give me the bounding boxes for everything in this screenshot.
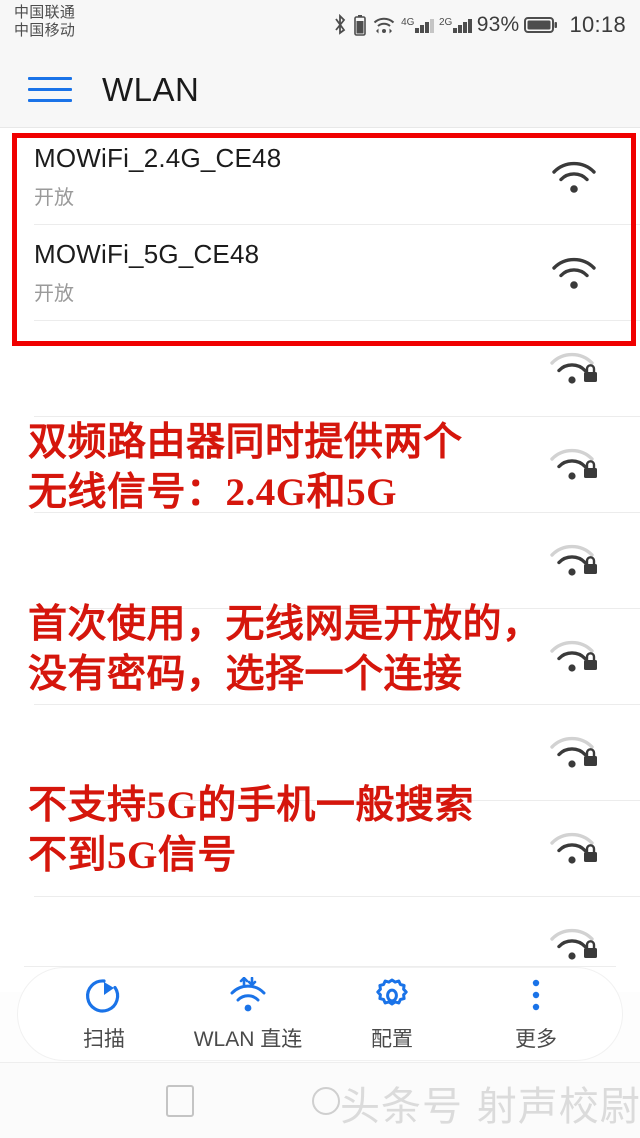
wifi-locked-icon <box>546 345 604 391</box>
signal-4g-label: 4G <box>401 17 415 28</box>
wifi-icon <box>372 15 396 35</box>
toolbar-divider <box>24 966 616 967</box>
annotation-paragraph-3: 不支持5G的手机一般搜索 不到5G信号 <box>28 784 474 878</box>
bottom-toolbar: 扫描 WLAN 直连 配置 更多 <box>18 968 622 1060</box>
bluetooth-icon <box>332 14 348 36</box>
watermark-text: 头条号 射声校尉 <box>340 1074 640 1132</box>
more-button[interactable]: 更多 <box>467 976 605 1053</box>
annotation-paragraph-1: 双频路由器同时提供两个 无线信号：2.4G和5G <box>28 420 463 514</box>
status-bar: 中国联通 中国移动 4G 2G 93% 10:18 <box>0 0 640 52</box>
scan-label: 扫描 <box>83 1027 125 1051</box>
wifi-ssid: MOWiFi_5G_CE48 <box>34 238 260 269</box>
wifi-locked-icon <box>546 729 604 775</box>
wifi-direct-icon <box>227 976 269 1016</box>
wifi-row-1[interactable]: MOWiFi_2.4G_CE48 开放 <box>0 128 640 224</box>
watermark-label: 头条号 射声校尉 <box>340 1084 640 1130</box>
phone-screen: 中国联通 中国移动 4G 2G 93% 10:18 WLAN MOWiFi_2.… <box>0 0 640 1138</box>
wifi-security: 开放 <box>34 282 74 305</box>
app-bar: WLAN <box>0 52 640 128</box>
signal-4g-icon: 4G <box>401 17 434 33</box>
square-recents-icon[interactable] <box>166 1085 194 1117</box>
battery-charging-icon <box>353 14 367 36</box>
refresh-scan-icon <box>85 976 123 1016</box>
scan-button[interactable]: 扫描 <box>35 976 173 1053</box>
wifi-locked-icon <box>546 633 604 679</box>
wifi-security: 开放 <box>34 186 74 209</box>
gear-settings-icon <box>373 976 411 1016</box>
page-title: WLAN <box>102 70 200 108</box>
signal-2g-label: 2G <box>438 17 453 28</box>
config-label: 配置 <box>371 1027 413 1051</box>
wifi-open-icon <box>546 153 604 199</box>
wifi-locked-icon <box>546 441 604 487</box>
battery-percent: 93% <box>476 13 520 36</box>
more-vertical-icon <box>529 976 543 1016</box>
config-button[interactable]: 配置 <box>323 976 461 1053</box>
annotation-paragraph-2: 首次使用，无线网是开放的， 没有密码，选择一个连接 <box>28 602 542 696</box>
battery-level-icon <box>524 15 558 35</box>
wifi-locked-icon <box>546 537 604 583</box>
carrier-names: 中国联通 中国移动 <box>14 4 75 39</box>
hamburger-menu-icon[interactable] <box>28 72 72 108</box>
wifi-info: MOWiFi_2.4G_CE48 开放 <box>34 143 281 210</box>
wifi-ssid: MOWiFi_2.4G_CE48 <box>34 142 282 173</box>
wlan-direct-button[interactable]: WLAN 直连 <box>179 976 317 1053</box>
wifi-info: MOWiFi_5G_CE48 开放 <box>34 239 259 306</box>
wifi-open-icon <box>546 249 604 295</box>
wlan-direct-label: WLAN 直连 <box>193 1027 303 1051</box>
wifi-locked-icon <box>546 921 604 967</box>
more-label: 更多 <box>515 1027 557 1051</box>
carrier-2: 中国移动 <box>14 21 76 39</box>
wifi-locked-icon <box>546 825 604 871</box>
signal-2g-icon: 2G <box>439 17 472 33</box>
circle-home-icon[interactable] <box>312 1087 340 1115</box>
wifi-row-2[interactable]: MOWiFi_5G_CE48 开放 <box>0 224 640 320</box>
status-icons: 4G 2G 93% 10:18 <box>332 4 626 38</box>
carrier-1: 中国联通 <box>14 4 76 21</box>
status-time: 10:18 <box>569 12 626 37</box>
annotation-overlay: 双频路由器同时提供两个 无线信号：2.4G和5G 首次使用，无线网是开放的， 没… <box>28 368 548 931</box>
